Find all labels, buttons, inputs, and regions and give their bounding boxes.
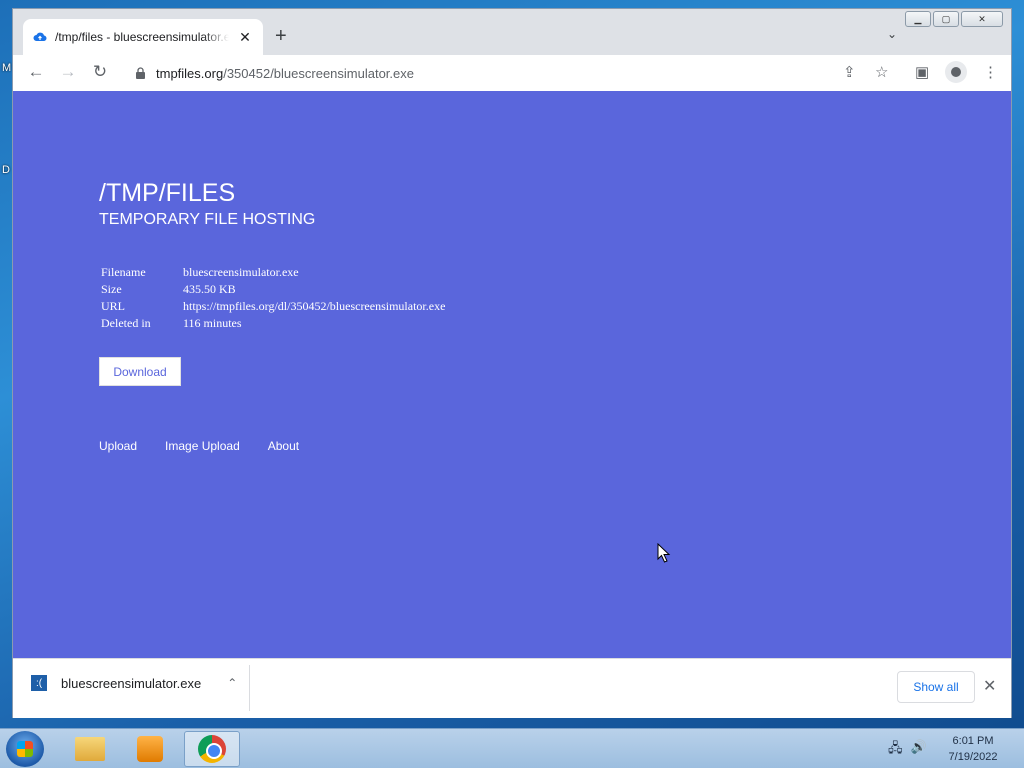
- url-text: tmpfiles.org/350452/bluescreensimulator.…: [156, 66, 414, 81]
- download-button[interactable]: Download: [99, 357, 181, 386]
- desktop-text-fragment: D: [2, 164, 10, 176]
- close-shelf-icon[interactable]: ✕: [983, 676, 996, 696]
- file-icon: :(: [31, 675, 47, 691]
- url-path: /350452/bluescreensimulator.exe: [223, 65, 414, 81]
- new-tab-button[interactable]: +: [275, 25, 287, 48]
- info-key: URL: [101, 299, 125, 313]
- url-host: tmpfiles.org: [156, 65, 224, 81]
- clock-time: 6:01 PM: [952, 735, 994, 747]
- browser-tab[interactable]: /tmp/files - bluescreensimulator.exe ✕: [23, 19, 263, 55]
- network-icon[interactable]: 🖧: [888, 739, 903, 761]
- browser-window: /tmp/files - bluescreensimulator.exe ✕ +…: [12, 8, 1012, 718]
- lock-icon: [136, 67, 145, 79]
- info-value: 116 minutes: [183, 316, 242, 330]
- download-shelf: :( bluescreensimulator.exe ⌃ Show all ✕: [13, 658, 1011, 718]
- info-value: https://tmpfiles.org/dl/350452/bluescree…: [183, 299, 446, 313]
- download-file-name: bluescreensimulator.exe: [61, 675, 202, 691]
- download-item[interactable]: :( bluescreensimulator.exe ⌃: [31, 675, 237, 691]
- chevron-up-icon[interactable]: ⌃: [227, 676, 237, 690]
- menu-kebab-icon[interactable]: ⋮: [983, 63, 998, 81]
- browser-toolbar: ← → ↻ tmpfiles.org/350452/bluescreensimu…: [13, 55, 1011, 91]
- taskbar-media-player[interactable]: [122, 731, 178, 767]
- title-bar: /tmp/files - bluescreensimulator.exe ✕ +…: [13, 9, 1011, 55]
- taskbar: 🖧 🔊 6:01 PM 7/19/2022: [0, 728, 1024, 768]
- start-button[interactable]: [6, 731, 44, 767]
- share-icon[interactable]: ⇪: [843, 63, 856, 81]
- cloud-upload-icon: [33, 32, 47, 42]
- site-subtitle: TEMPORARY FILE HOSTING: [99, 211, 316, 228]
- info-value: bluescreensimulator.exe: [183, 265, 299, 279]
- profile-avatar[interactable]: [945, 61, 967, 83]
- minimize-button[interactable]: ▁: [905, 11, 931, 27]
- shelf-divider: [249, 665, 250, 711]
- system-tray: 🖧 🔊: [888, 739, 927, 761]
- info-key: Filename: [101, 265, 146, 279]
- info-row: Deleted in 116 minutes: [101, 316, 445, 333]
- forward-button[interactable]: →: [57, 62, 79, 82]
- desktop-text-fragment: M: [2, 62, 12, 74]
- chrome-icon: [198, 735, 226, 763]
- info-row: Filename bluescreensimulator.exe: [101, 265, 445, 282]
- footer-links: Upload Image Upload About: [99, 439, 299, 453]
- image-upload-link[interactable]: Image Upload: [165, 439, 240, 453]
- window-controls: ▁ ▢ ✕: [905, 11, 1003, 27]
- folder-icon: [75, 737, 105, 761]
- person-icon: [951, 67, 961, 77]
- file-info-table: Filename bluescreensimulator.exe Size 43…: [101, 265, 445, 333]
- bookmark-star-icon[interactable]: ☆: [875, 63, 888, 81]
- about-link[interactable]: About: [268, 439, 299, 453]
- taskbar-explorer[interactable]: [62, 731, 118, 767]
- show-all-button[interactable]: Show all: [897, 671, 975, 703]
- info-key: Deleted in: [101, 316, 151, 330]
- side-panel-icon[interactable]: ▣: [915, 63, 929, 81]
- info-row: Size 435.50 KB: [101, 282, 445, 299]
- close-window-button[interactable]: ✕: [961, 11, 1003, 27]
- page-content: /TMP/FILES TEMPORARY FILE HOSTING Filena…: [13, 91, 1011, 658]
- upload-link[interactable]: Upload: [99, 439, 137, 453]
- site-title: /TMP/FILES: [99, 179, 236, 207]
- maximize-button[interactable]: ▢: [933, 11, 959, 27]
- clock-date: 7/19/2022: [948, 751, 998, 763]
- reload-button[interactable]: ↻: [89, 62, 111, 82]
- clock[interactable]: 6:01 PM 7/19/2022: [940, 733, 1006, 765]
- media-player-icon: [137, 736, 163, 762]
- back-button[interactable]: ←: [25, 62, 47, 82]
- tab-title: /tmp/files - bluescreensimulator.exe: [55, 30, 229, 44]
- info-value: 435.50 KB: [183, 282, 236, 296]
- volume-icon[interactable]: 🔊: [911, 739, 927, 761]
- mouse-cursor-icon: [657, 543, 671, 563]
- address-bar[interactable]: tmpfiles.org/350452/bluescreensimulator.…: [123, 59, 913, 87]
- info-key: Size: [101, 282, 122, 296]
- tab-close-icon[interactable]: ✕: [237, 29, 253, 46]
- info-row: URL https://tmpfiles.org/dl/350452/blues…: [101, 299, 445, 316]
- tab-search-chevron-icon[interactable]: ⌄: [887, 27, 897, 41]
- taskbar-chrome[interactable]: [184, 731, 240, 767]
